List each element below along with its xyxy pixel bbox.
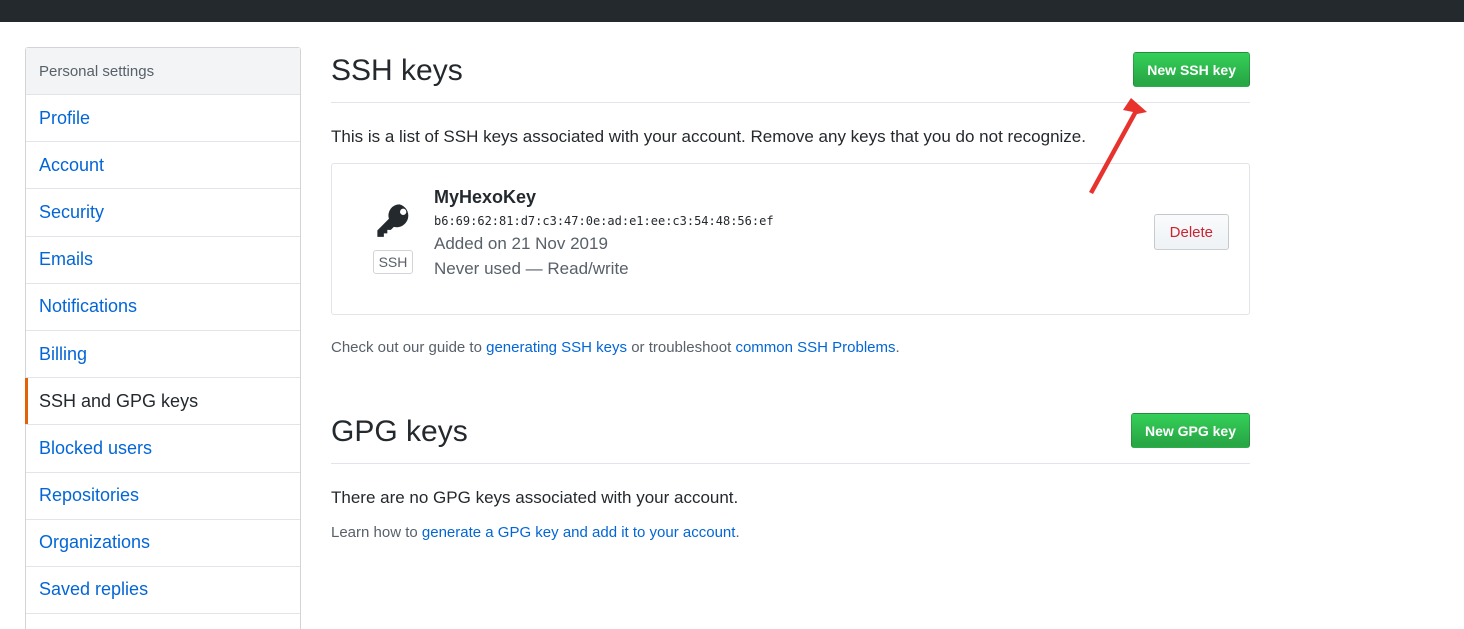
ssh-help-text: Check out our guide to generating SSH ke… [331, 339, 1250, 356]
key-icon [373, 202, 415, 245]
ssh-help-prefix: Check out our guide to [331, 339, 487, 356]
sidebar-item-notifications[interactable]: Notifications [26, 284, 300, 331]
settings-sidebar: Personal settings Profile Account Securi… [25, 47, 301, 629]
ssh-key-fingerprint: b6:69:62:81:d7:c3:47:0e:ad:e1:ee:c3:54:4… [434, 214, 774, 228]
sidebar-item-security[interactable]: Security [26, 189, 300, 237]
gpg-help-text: Learn how to generate a GPG key and add … [331, 524, 1250, 541]
sidebar-item-saved-replies[interactable]: Saved replies [26, 567, 300, 615]
ssh-type-badge: SSH [373, 250, 413, 274]
ssh-keys-title: SSH keys [331, 54, 463, 87]
gpg-section-header: GPG keys New GPG key [331, 408, 1250, 464]
ssh-key-item: SSH MyHexoKey b6:69:62:81:d7:c3:47:0e:ad… [331, 163, 1250, 315]
new-gpg-key-button[interactable]: New GPG key [1130, 413, 1250, 448]
sidebar-item-profile[interactable]: Profile [26, 95, 300, 143]
ssh-keys-section: SSH keys New SSH key This is a list of S… [331, 47, 1250, 356]
ssh-key-usage: Never used — Read/write [434, 259, 629, 278]
sidebar-item-repositories[interactable]: Repositories [26, 473, 300, 520]
generate-gpg-key-link[interactable]: generate a GPG key and add it to your ac… [422, 524, 736, 541]
common-ssh-problems-link[interactable]: common SSH Problems [735, 339, 895, 356]
sidebar-item-emails[interactable]: Emails [26, 237, 300, 284]
sidebar-item-blocked-users[interactable]: Blocked users [26, 425, 300, 473]
gpg-keys-title: GPG keys [331, 415, 468, 448]
gpg-empty-message: There are no GPG keys associated with yo… [331, 488, 739, 507]
ssh-key-name: MyHexoKey [434, 187, 537, 207]
generating-ssh-keys-link[interactable]: generating SSH keys [486, 339, 627, 356]
delete-ssh-key-button[interactable]: Delete [1153, 214, 1229, 250]
sidebar-header: Personal settings [26, 48, 300, 95]
ssh-section-header: SSH keys New SSH key [331, 47, 1250, 103]
gpg-help-prefix: Learn how to [331, 524, 422, 541]
sidebar-item-ssh-gpg-keys[interactable]: SSH and GPG keys [25, 378, 300, 426]
ssh-description: This is a list of SSH keys associated wi… [331, 127, 1086, 146]
new-ssh-key-button[interactable]: New SSH key [1133, 52, 1250, 87]
ssh-key-added-date: Added on 21 Nov 2019 [434, 234, 608, 253]
ssh-help-suffix: . [895, 339, 900, 356]
gpg-help-suffix: . [735, 524, 740, 541]
sidebar-item-billing[interactable]: Billing [26, 331, 300, 379]
ssh-help-middle: or troubleshoot [627, 339, 736, 356]
main-content: SSH keys New SSH key This is a list of S… [331, 47, 1250, 541]
gpg-keys-section: GPG keys New GPG key There are no GPG ke… [331, 408, 1250, 541]
ssh-key-details: MyHexoKey b6:69:62:81:d7:c3:47:0e:ad:e1:… [434, 187, 774, 279]
top-navigation-bar [0, 0, 1464, 22]
sidebar-item-organizations[interactable]: Organizations [26, 520, 300, 567]
sidebar-item-account[interactable]: Account [26, 142, 300, 190]
